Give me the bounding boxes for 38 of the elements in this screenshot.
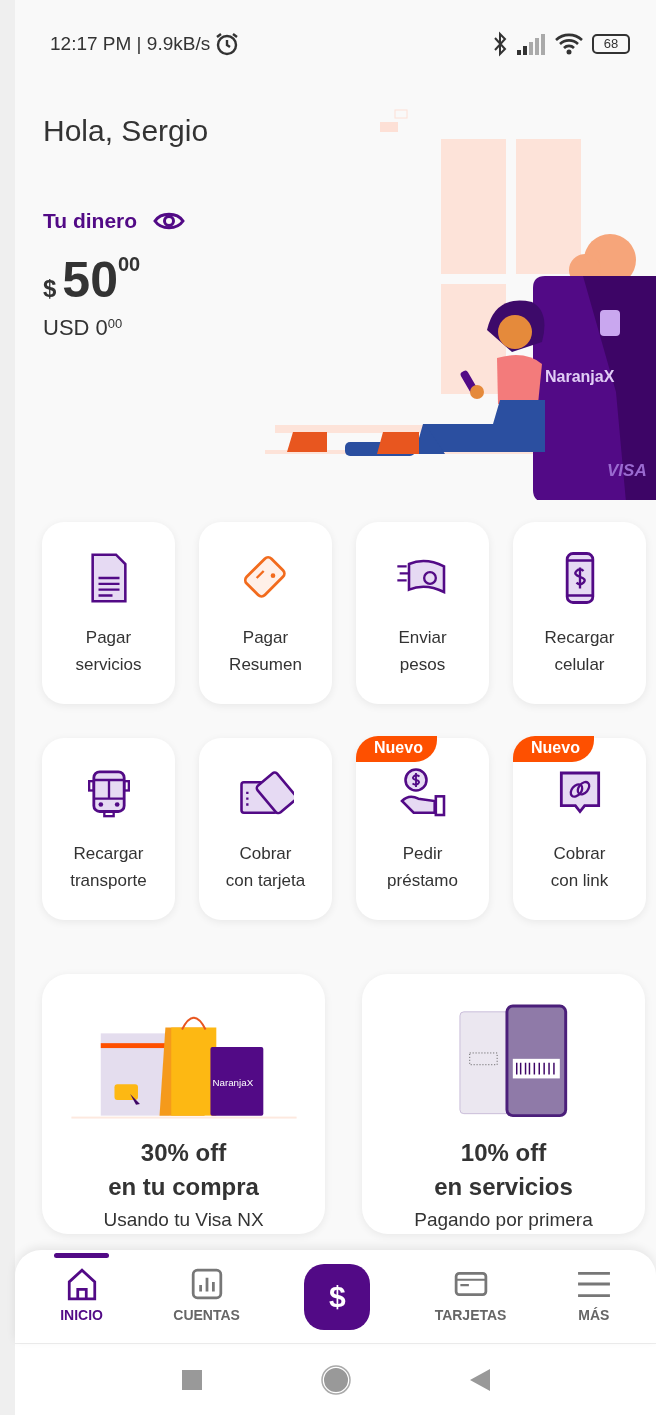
bluetooth-icon bbox=[492, 31, 508, 57]
shortcut-tile[interactable]: Recargar celular bbox=[513, 522, 646, 704]
back-icon[interactable] bbox=[468, 1367, 491, 1392]
shortcut-tile[interactable]: Nuevo Cobrar con link bbox=[513, 738, 646, 920]
card-brand: NaranjaX bbox=[211, 1077, 253, 1089]
new-badge: Nuevo bbox=[356, 736, 437, 762]
shortcut-tile[interactable]: Recargar transporte bbox=[42, 738, 175, 920]
greeting: Hola, Sergio bbox=[43, 113, 210, 149]
balance-label: Tu dinero bbox=[43, 208, 138, 234]
nav-tab[interactable]: TARJETAS bbox=[428, 1263, 513, 1330]
nav-tab[interactable]: MÁS bbox=[570, 1263, 617, 1330]
chart-icon bbox=[189, 1267, 224, 1301]
card-network: VISA bbox=[607, 461, 647, 480]
shortcut-tile[interactable]: Pagar Resumen bbox=[199, 522, 332, 704]
nav-tab[interactable]: INICIO bbox=[54, 1253, 109, 1330]
nav-tab[interactable]: CUENTAS bbox=[167, 1263, 246, 1330]
usd-balance: USD 0$^{00}$ bbox=[43, 313, 124, 342]
promo-title: 30% off en tu compra bbox=[108, 1137, 259, 1202]
battery-indicator: 68 bbox=[592, 34, 630, 54]
card-brand: NaranjaX bbox=[545, 368, 615, 385]
promo-card[interactable]: 10% off en servicios Pagando por primera bbox=[362, 974, 645, 1234]
currency-symbol: $ bbox=[43, 273, 57, 304]
status-time: 12:17 PM | 9.9kB/s bbox=[50, 31, 211, 56]
balance-amount: 50$^{00}$ bbox=[62, 254, 141, 305]
promo-card[interactable]: NaranjaX 30% off en tu compra Usando tu Visa NX bbox=[42, 974, 325, 1234]
recents-icon[interactable] bbox=[180, 1368, 203, 1391]
new-badge: Nuevo bbox=[513, 736, 594, 762]
shortcut-tile[interactable]: Enviar pesos bbox=[356, 522, 489, 704]
signal-icon bbox=[516, 33, 546, 55]
promo-subtitle: Pagando por primera bbox=[414, 1207, 593, 1232]
promo-title: 10% off en servicios bbox=[434, 1137, 573, 1202]
pay-button[interactable]: $ bbox=[304, 1263, 371, 1330]
wifi-icon bbox=[554, 32, 584, 56]
promo-subtitle: Usando tu Visa NX bbox=[103, 1207, 264, 1232]
shortcut-tile[interactable]: Pagar servicios bbox=[42, 522, 175, 704]
shortcut-tile[interactable]: Cobrar con tarjeta bbox=[199, 738, 332, 920]
home-button-icon[interactable] bbox=[320, 1364, 351, 1395]
shortcut-tile[interactable]: Nuevo Pedir préstamo bbox=[356, 738, 489, 920]
